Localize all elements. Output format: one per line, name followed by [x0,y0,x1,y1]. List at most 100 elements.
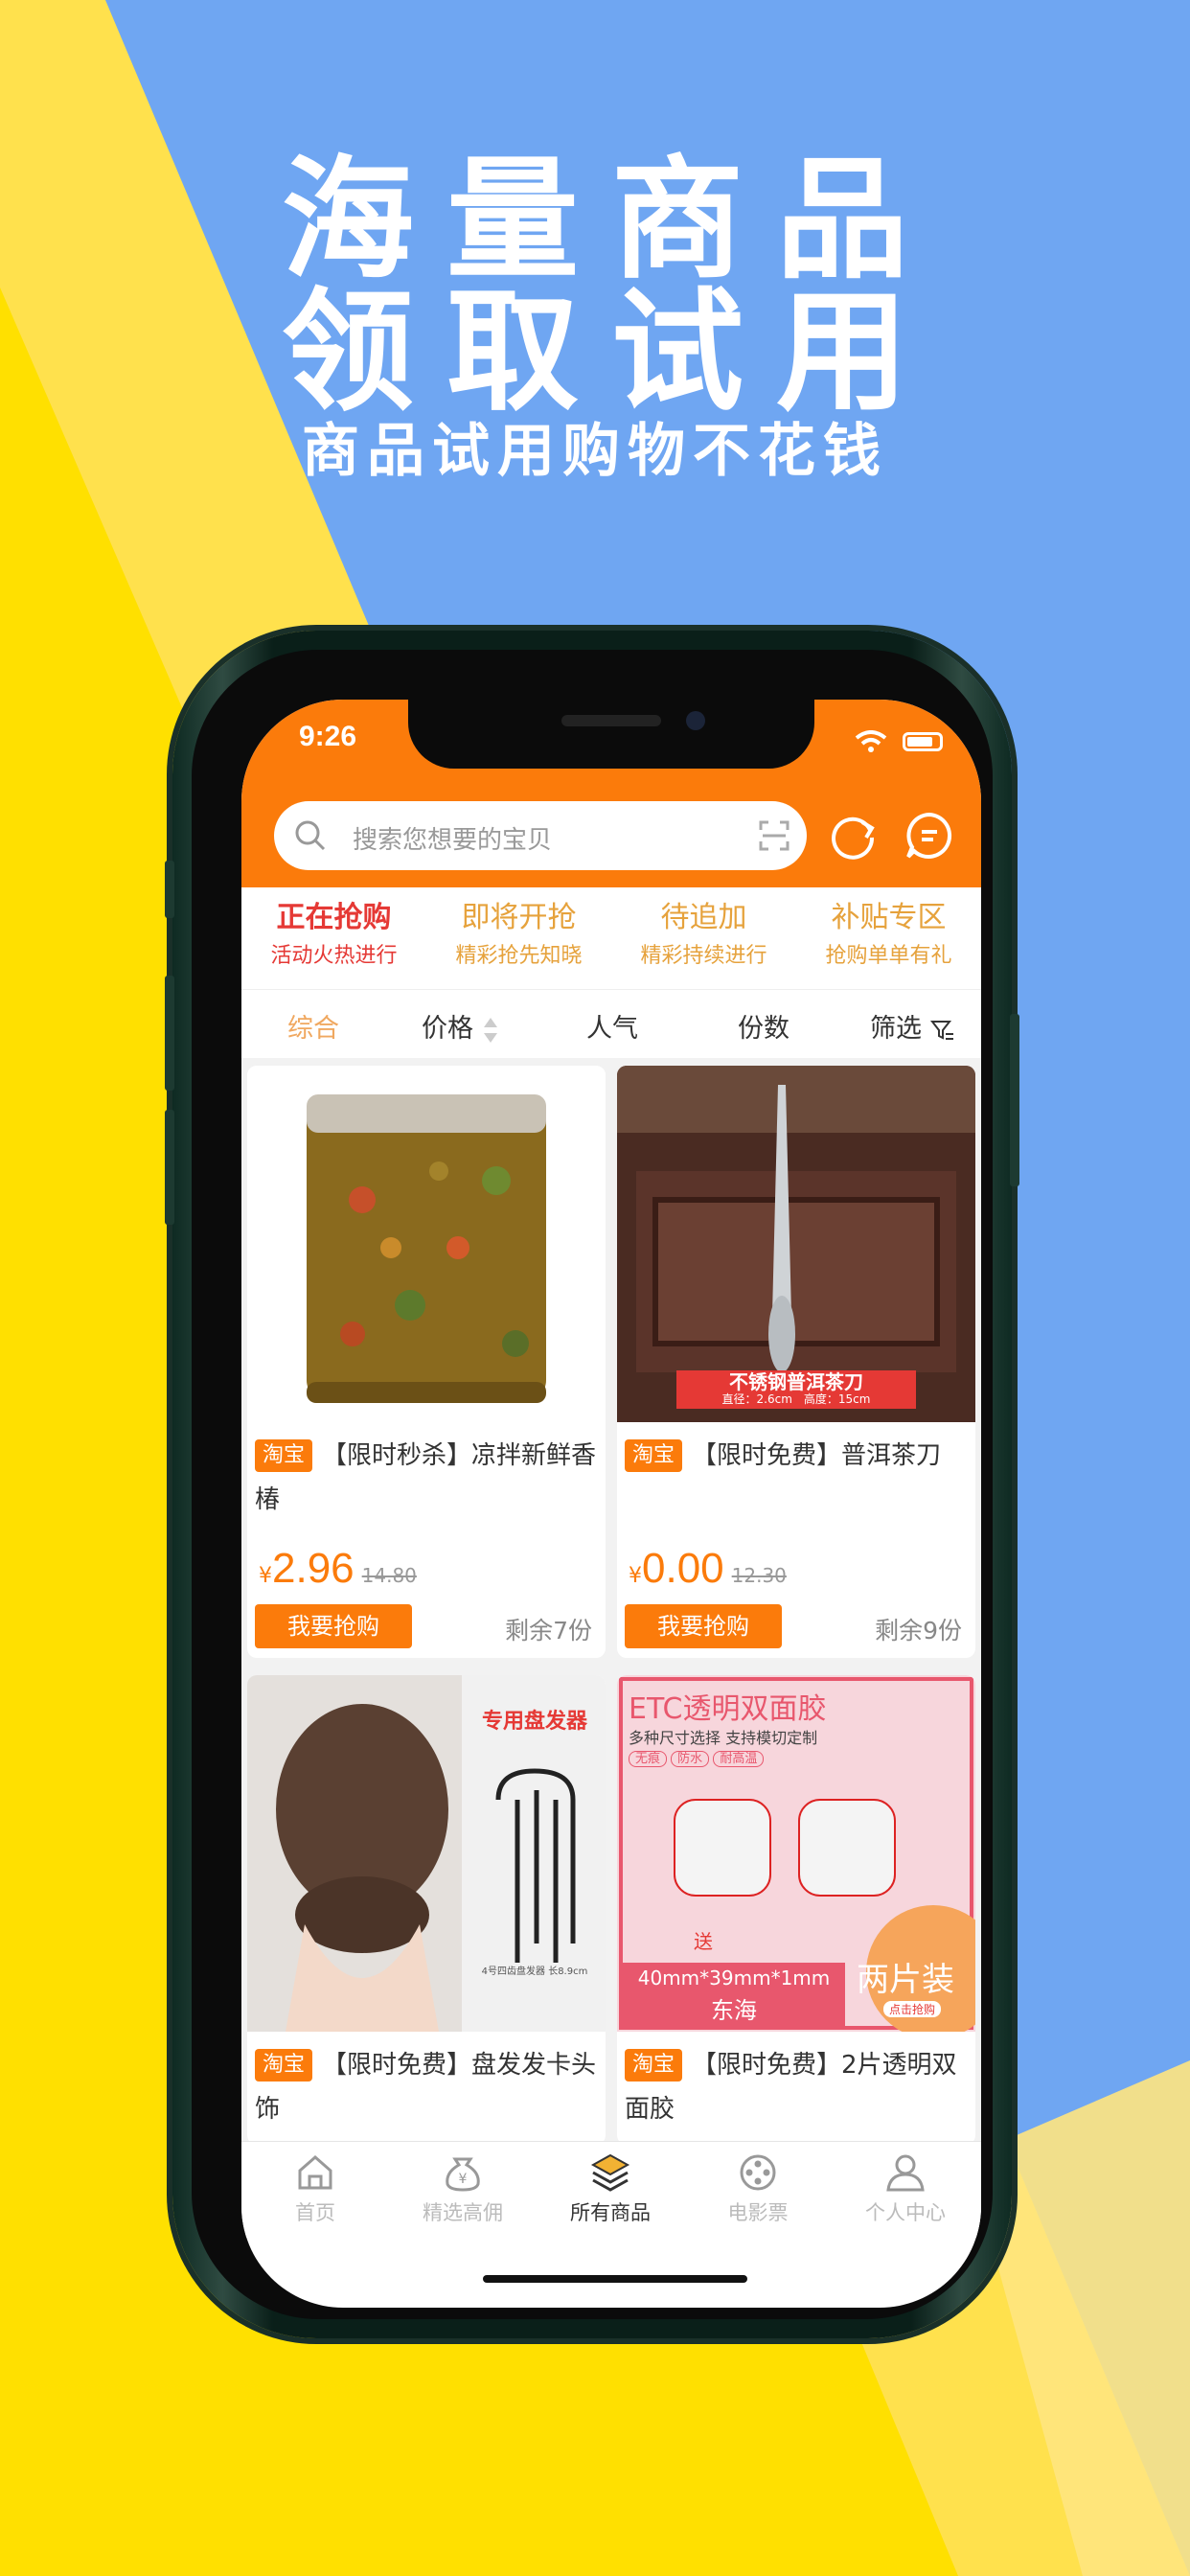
speaker-grille [561,715,661,726]
promo-headline-2: 领取试用 [281,275,941,429]
tab-subtitle: 活动火热进行 [270,944,398,968]
nav-label: 精选高佣 [423,2201,503,2224]
film-reel-icon [740,2154,776,2191]
product-card[interactable]: 淘宝 【限时秒杀】凉拌新鲜香椿 ¥2.96 14.80 我要抢购 剩余7份 [247,1066,606,1658]
wifi-icon [855,730,887,752]
scan-icon[interactable] [759,820,790,851]
product-image-toon-sprouts [247,1066,606,1422]
filter-icon [929,1020,953,1040]
tab-subsidy-zone[interactable]: 补贴专区 抢购单单有礼 [796,899,981,972]
sort-comprehensive[interactable]: 综合 [287,1007,339,1045]
sort-price-label: 价格 [422,1014,473,1044]
image-subcaption: 4号四齿盘发器 长8.9cm [481,1966,588,1977]
currency-symbol: ¥ [259,1564,272,1588]
battery-icon [903,732,943,751]
phone-screen: 9:26 搜索您想要的宝贝 正在抢购 活动火热进行 即将开抢 精彩抢先知晓 待追… [241,700,981,2308]
search-input[interactable]: 搜索您想要的宝贝 [353,820,552,856]
money-bag-icon: ¥ [446,2157,480,2192]
sort-quantity[interactable]: 份数 [738,1007,790,1045]
search-icon [295,820,326,851]
status-time: 9:26 [299,721,357,752]
phone-frame: 9:26 搜索您想要的宝贝 正在抢购 活动火热进行 即将开抢 精彩抢先知晓 待追… [165,631,1019,2338]
promo-subheadline: 商品试用购物不花钱 [302,418,888,485]
volume-up-button [165,976,174,1091]
tab-subtitle: 精彩抢先知晓 [455,944,583,968]
nav-all-products[interactable]: 所有商品 [537,2151,684,2226]
image-city: 东海 [711,1997,757,2024]
image-subcaption: 多种尺寸选择 支持模切定制 [629,1729,818,1747]
gift-label: 送 [694,1930,713,1953]
image-size: 40mm*39mm*1mm [637,1966,831,1990]
buy-now-button[interactable]: 我要抢购 [625,1604,782,1648]
tab-title: 待追加 [660,901,747,934]
image-badges: 无痕 防水 耐高温 [629,1748,765,1767]
tab-subtitle: 精彩持续进行 [640,944,767,968]
image-pack: 两片装 [857,1961,954,1999]
remaining-stock: 剩余7份 [505,1617,592,1644]
image-subcaption: 直径：2.6cm 高度：15cm [721,1392,871,1406]
nav-label: 电影票 [727,2201,789,2224]
sort-bar: 综合 价格 人气 份数 筛选 [241,989,981,1059]
search-bar[interactable]: 搜索您想要的宝贝 [274,801,807,870]
category-tabs: 正在抢购 活动火热进行 即将开抢 精彩抢先知晓 待追加 精彩持续进行 补贴专区 … [241,887,981,989]
phone-notch [408,700,814,769]
home-icon [298,2155,332,2190]
front-camera [686,711,705,730]
message-icon[interactable] [903,809,956,862]
sort-arrows-icon [483,1017,497,1043]
tab-to-be-added[interactable]: 待追加 精彩持续进行 [611,899,796,972]
nav-home[interactable]: 首页 [241,2151,389,2226]
tab-coming-soon[interactable]: 即将开抢 精彩抢先知晓 [426,899,611,972]
nav-label: 个人中心 [865,2201,946,2224]
nav-label: 首页 [295,2201,335,2224]
filter-button[interactable]: 筛选 [870,1007,955,1045]
product-price: ¥0.00 12.30 [629,1545,787,1593]
product-title[interactable]: 【限时免费】2片透明双面胶 [625,2043,966,2131]
product-title[interactable]: 【限时免费】盘发发卡头饰 [255,2043,596,2131]
image-caption: 不锈钢普洱茶刀 [729,1370,863,1393]
tab-title: 正在抢购 [276,901,392,934]
product-card[interactable]: 不锈钢普洱茶刀 直径：2.6cm 高度：15cm 淘宝 【限时免费】普洱茶刀 ¥… [617,1066,975,1658]
nav-profile[interactable]: 个人中心 [832,2151,979,2226]
layers-icon [590,2153,630,2192]
phone-bezel: 9:26 搜索您想要的宝贝 正在抢购 活动火热进行 即将开抢 精彩抢先知晓 待追… [192,650,993,2319]
tab-title: 即将开抢 [461,901,577,934]
image-caption: ETC透明双面胶 [629,1692,827,1726]
price-value: 0.00 [642,1545,724,1592]
refresh-icon[interactable] [826,809,880,862]
badge-no-trace: 无痕 [629,1751,668,1767]
nav-high-commission[interactable]: ¥ 精选高佣 [389,2151,537,2226]
promo-headline-1: 海量商品 [281,143,941,297]
original-price: 14.80 [361,1564,417,1587]
product-card[interactable]: 专用盘发器 4号四齿盘发器 长8.9cm 淘宝 【限时免费】盘发发卡头饰 [247,1675,606,2145]
power-button [1010,1014,1019,1186]
product-grid: 淘宝 【限时秒杀】凉拌新鲜香椿 ¥2.96 14.80 我要抢购 剩余7份 不锈… [241,1058,981,2145]
buy-now-button[interactable]: 我要抢购 [255,1604,412,1648]
user-icon [886,2154,925,2192]
badge-heat-resistant: 耐高温 [713,1751,765,1767]
product-title[interactable]: 【限时免费】普洱茶刀 [625,1434,966,1478]
badge-waterproof: 防水 [671,1751,710,1767]
volume-down-button [165,1110,174,1225]
filter-label: 筛选 [870,1014,922,1044]
price-value: 2.96 [272,1545,355,1592]
svg-text:¥: ¥ [459,2172,468,2187]
nav-label: 所有商品 [570,2201,651,2224]
tab-now-buying[interactable]: 正在抢购 活动火热进行 [241,899,426,972]
sort-popularity[interactable]: 人气 [586,1007,638,1045]
original-price: 12.30 [731,1564,787,1587]
remaining-stock: 剩余9份 [875,1617,962,1644]
currency-symbol: ¥ [629,1564,642,1588]
mute-switch [165,861,174,918]
sort-price[interactable]: 价格 [422,1007,499,1045]
tab-subtitle: 抢购单单有礼 [825,944,952,968]
product-title[interactable]: 【限时秒杀】凉拌新鲜香椿 [255,1434,596,1522]
tab-title: 补贴专区 [831,901,947,934]
nav-movie-tickets[interactable]: 电影票 [684,2151,832,2226]
image-caption: 专用盘发器 [481,1710,587,1734]
home-indicator[interactable] [483,2275,747,2283]
product-price: ¥2.96 14.80 [259,1545,417,1593]
bottom-navigation: 首页 ¥ 精选高佣 所有商品 电影票 个人中心 [241,2141,981,2238]
product-card[interactable]: ETC透明双面胶 多种尺寸选择 支持模切定制 无痕 防水 耐高温 送 40mm*… [617,1675,975,2145]
image-cta: 点击抢购 [883,2001,942,2017]
